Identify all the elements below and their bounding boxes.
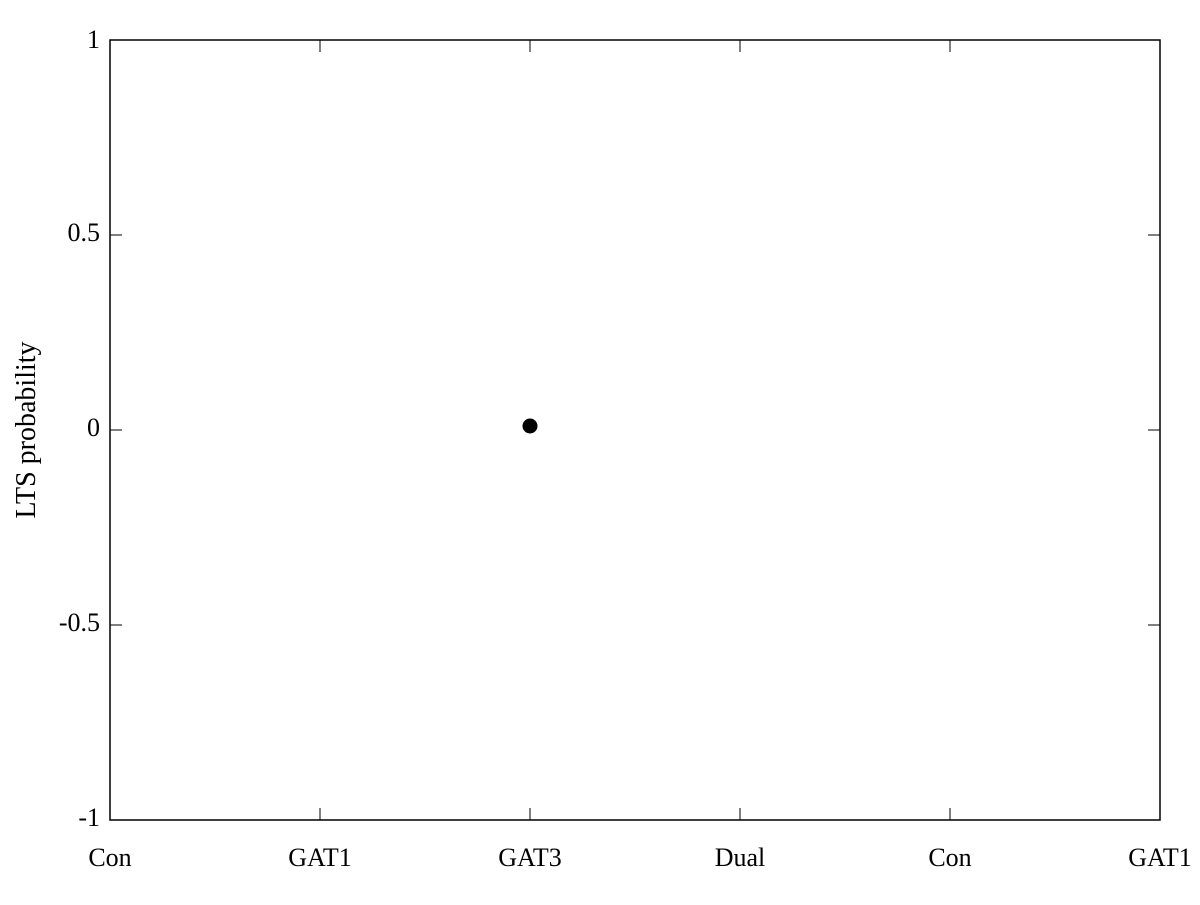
y-tick-0.5: 0.5	[68, 218, 101, 247]
y-tick-0: 0	[87, 413, 100, 442]
chart-svg: 1 0.5 0 -0.5 -1 Con GAT1 GAT3 Dual Con G…	[0, 0, 1200, 900]
data-point-gat3	[523, 419, 537, 433]
x-label-gat1-1: GAT1	[288, 843, 352, 872]
plot-background	[110, 40, 1160, 820]
x-label-gat1-2: GAT1	[1128, 843, 1192, 872]
y-tick-neg0.5: -0.5	[59, 608, 100, 637]
y-tick-1: 1	[87, 25, 100, 54]
y-axis-label: LTS probability	[11, 341, 42, 518]
x-label-dual: Dual	[715, 843, 766, 872]
y-tick-neg1: -1	[78, 803, 100, 832]
x-label-con2: Con	[928, 843, 971, 872]
x-label-con1: Con	[88, 843, 131, 872]
chart-container: 1 0.5 0 -0.5 -1 Con GAT1 GAT3 Dual Con G…	[0, 0, 1200, 900]
x-label-gat3: GAT3	[498, 843, 562, 872]
